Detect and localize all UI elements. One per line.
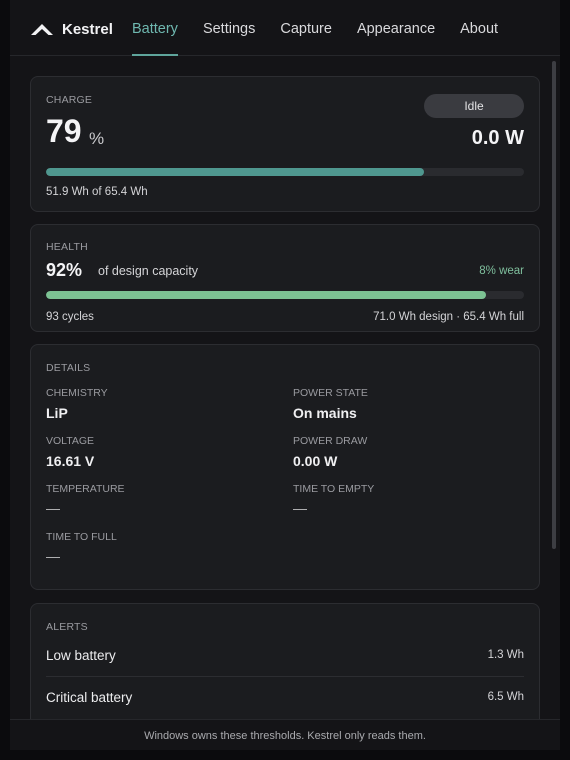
alert-threshold: 6.5 Wh — [487, 691, 524, 703]
charge-card: CHARGE 79 % Idle 0.0 W 51.9 Wh of 65.4 W… — [30, 76, 540, 212]
chemistry-value: LiP — [46, 405, 68, 421]
power-state-label: POWER STATE — [293, 387, 368, 399]
chemistry-label: CHEMISTRY — [46, 387, 108, 399]
tab-about[interactable]: About — [460, 0, 498, 56]
capacity-text: 71.0 Wh design · 65.4 Wh full — [373, 311, 524, 323]
footer-note: Windows owns these thresholds. Kestrel o… — [10, 719, 560, 750]
charge-percent: 79 — [46, 113, 82, 149]
time-to-full-value: — — [46, 548, 60, 564]
charge-power: 0.0 W — [471, 127, 524, 149]
wear-text: 8% wear — [479, 265, 524, 277]
time-to-full-label: TIME TO FULL — [46, 531, 117, 543]
health-caption: of design capacity — [98, 264, 199, 278]
temperature-label: TEMPERATURE — [46, 483, 125, 495]
tab-settings[interactable]: Settings — [203, 0, 255, 56]
health-percent: 92% — [46, 260, 83, 280]
health-label: HEALTH — [46, 241, 88, 253]
voltage-label: VOLTAGE — [46, 435, 95, 447]
main-nav: Battery Settings Capture Appearance Abou… — [132, 0, 523, 56]
charge-label: CHARGE — [46, 94, 93, 106]
tab-appearance[interactable]: Appearance — [357, 0, 435, 56]
alerts-label: ALERTS — [46, 621, 88, 633]
app-name: Kestrel — [62, 20, 113, 38]
vertical-scrollbar[interactable] — [552, 61, 556, 549]
alert-name: Critical battery — [46, 690, 133, 705]
charge-progress-fill — [46, 168, 424, 176]
temperature-value: — — [46, 500, 60, 516]
alerts-card: ALERTS Low battery 1.3 Wh Critical batte… — [30, 603, 540, 719]
alert-threshold: 1.3 Wh — [487, 649, 524, 661]
app-window: Kestrel Battery Settings Capture Appeara… — [10, 0, 560, 750]
power-state-value: On mains — [293, 405, 357, 421]
status-badge: Idle — [424, 94, 524, 118]
voltage-value: 16.61 V — [46, 453, 95, 469]
charge-percent-unit: % — [89, 129, 105, 148]
tab-capture[interactable]: Capture — [280, 0, 332, 56]
health-progress-fill — [46, 291, 486, 299]
top-bar: Kestrel Battery Settings Capture Appeara… — [10, 0, 560, 56]
battery-panel: CHARGE 79 % Idle 0.0 W 51.9 Wh of 65.4 W… — [10, 57, 560, 719]
charge-energy-text: 51.9 Wh of 65.4 Wh — [46, 186, 148, 198]
details-card: DETAILS CHEMISTRY LiP POWER STATE On mai… — [30, 344, 540, 590]
cycle-count: 93 cycles — [46, 311, 94, 323]
power-draw-label: POWER DRAW — [293, 435, 368, 447]
time-to-empty-value: — — [293, 500, 307, 516]
power-draw-value: 0.00 W — [293, 453, 338, 469]
alert-row-low-battery: Low battery 1.3 Wh — [46, 635, 524, 677]
details-label: DETAILS — [46, 362, 91, 374]
health-card: HEALTH 92% of design capacity 8% wear 93… — [30, 224, 540, 332]
charge-progress-bar — [46, 168, 524, 176]
brand: Kestrel — [30, 18, 113, 40]
kestrel-logo-icon — [31, 24, 53, 35]
tab-battery[interactable]: Battery — [132, 0, 178, 56]
alert-name: Low battery — [46, 648, 116, 663]
time-to-empty-label: TIME TO EMPTY — [293, 483, 375, 495]
alert-row-critical-battery: Critical battery 6.5 Wh — [46, 677, 524, 719]
health-progress-bar — [46, 291, 524, 299]
